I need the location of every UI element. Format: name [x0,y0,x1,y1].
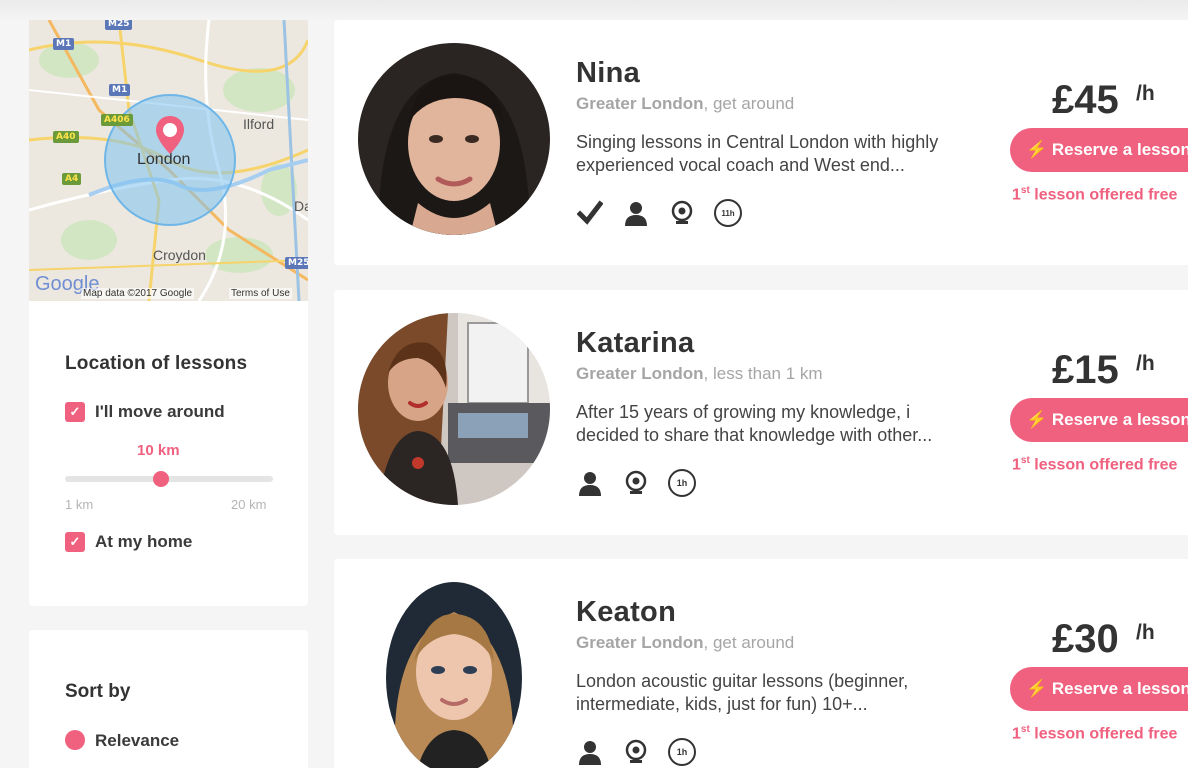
free-sup: st [1020,724,1030,735]
check-icon [576,199,604,227]
road-shield-m25-top: M25 [105,20,133,30]
road-shield-m1b: M1 [109,84,131,96]
hour-badge-icon: 1h [668,738,696,766]
radius-value: 10 km [137,442,180,459]
sort-title: Sort by [65,681,131,702]
tutor-location: Greater London, less than 1 km [576,364,823,384]
free-lesson-note: 1st lesson offered free [1012,185,1177,204]
tutor-description[interactable]: London acoustic guitar lessons (beginner… [576,670,976,716]
sort-panel: Sort by Relevance [29,630,308,768]
tutor-description[interactable]: Singing lessons in Central London with h… [576,131,976,177]
map-label-croydon: Croydon [153,247,206,263]
map-attribution: Map data ©2017 Google [81,288,195,299]
road-shield-a406: A406 [101,114,133,126]
tutor-feature-icons: 1h [576,737,714,767]
free-text: lesson offered free [1029,186,1178,204]
relevance-label[interactable]: Relevance [95,731,179,751]
tutor-distance: , get around [703,633,795,652]
price-unit: /h [1136,82,1155,105]
webcam-icon [622,738,650,766]
reserve-lesson-button[interactable]: ⚡ Reserve a lesson [1010,667,1188,711]
tutor-location: Greater London, get around [576,94,794,114]
tutor-feature-icons: 11h [576,198,760,228]
tutor-name[interactable]: Keaton [576,596,676,629]
hour-badge-icon: 11h [714,199,742,227]
webcam-icon [622,469,650,497]
lightning-icon: ⚡ [1026,410,1048,429]
reserve-label: Reserve a lesson [1051,679,1188,698]
free-text: lesson offered free [1029,725,1178,743]
free-num: 1 [1012,186,1021,204]
reserve-label: Reserve a lesson [1051,410,1188,429]
tutor-distance: , less than 1 km [703,364,823,383]
price-unit: /h [1136,352,1155,375]
price-unit: /h [1136,621,1155,644]
tutor-card-nina[interactable]: Nina Greater London, get around Singing … [334,20,1188,265]
move-around-checkbox[interactable]: ✓ [65,402,85,422]
filter-title: Location of lessons [65,353,248,374]
road-shield-a40: A40 [53,131,79,143]
lightning-icon: ⚡ [1026,140,1048,159]
tutor-price: £45 [1052,78,1119,122]
tutor-card-katarina[interactable]: Katarina Greater London, less than 1 km … [334,290,1188,535]
tutor-avatar[interactable] [358,43,550,235]
map[interactable]: M25 M1 M1 A406 A40 A4 M25 Ilford London … [29,20,308,301]
tutor-avatar[interactable] [386,582,522,768]
top-bar [0,0,1188,20]
hour-badge-icon: 1h [668,469,696,497]
tutor-distance: , get around [703,94,795,113]
free-num: 1 [1012,456,1021,474]
reserve-lesson-button[interactable]: ⚡ Reserve a lesson [1010,128,1188,172]
map-label-da: Da [294,198,308,214]
free-text: lesson offered free [1029,456,1178,474]
radius-max-label: 20 km [231,497,267,512]
webcam-icon [668,199,696,227]
tutor-feature-icons: 1h [576,468,714,498]
tutor-name[interactable]: Nina [576,57,640,90]
radius-slider-handle[interactable] [153,471,169,487]
tutor-card-keaton[interactable]: Keaton Greater London, get around London… [334,559,1188,768]
tutor-area: Greater London [576,364,704,383]
map-label-ilford: Ilford [243,116,275,132]
tutor-name[interactable]: Katarina [576,327,694,360]
radius-min-label: 1 km [65,497,94,512]
free-sup: st [1020,455,1030,466]
person-icon [576,469,604,497]
at-home-label[interactable]: At my home [95,532,192,552]
person-icon [576,738,604,766]
road-shield-m25-right: M25 [285,257,308,269]
tutor-area: Greater London [576,94,704,113]
tutor-location: Greater London, get around [576,633,794,653]
relevance-radio[interactable] [65,730,85,750]
road-shield-m1a: M1 [53,38,75,50]
move-around-label[interactable]: I'll move around [95,402,225,422]
lightning-icon: ⚡ [1026,679,1048,698]
tutor-price: £15 [1052,348,1119,392]
tutor-description[interactable]: After 15 years of growing my knowledge, … [576,401,976,447]
location-filter-panel: Location of lessons ✓ I'll move around 1… [29,301,308,606]
free-lesson-note: 1st lesson offered free [1012,724,1177,743]
radius-slider-track[interactable] [65,476,273,482]
at-home-checkbox[interactable]: ✓ [65,532,85,552]
person-icon [622,199,650,227]
free-num: 1 [1012,725,1021,743]
tutor-area: Greater London [576,633,704,652]
road-shield-a4: A4 [62,173,82,185]
free-lesson-note: 1st lesson offered free [1012,455,1177,474]
tutor-price: £30 [1052,617,1119,661]
tutor-avatar[interactable] [358,313,550,505]
reserve-lesson-button[interactable]: ⚡ Reserve a lesson [1010,398,1188,442]
free-sup: st [1020,185,1030,196]
reserve-label: Reserve a lesson [1051,140,1188,159]
map-terms-link[interactable]: Terms of Use [229,288,292,299]
